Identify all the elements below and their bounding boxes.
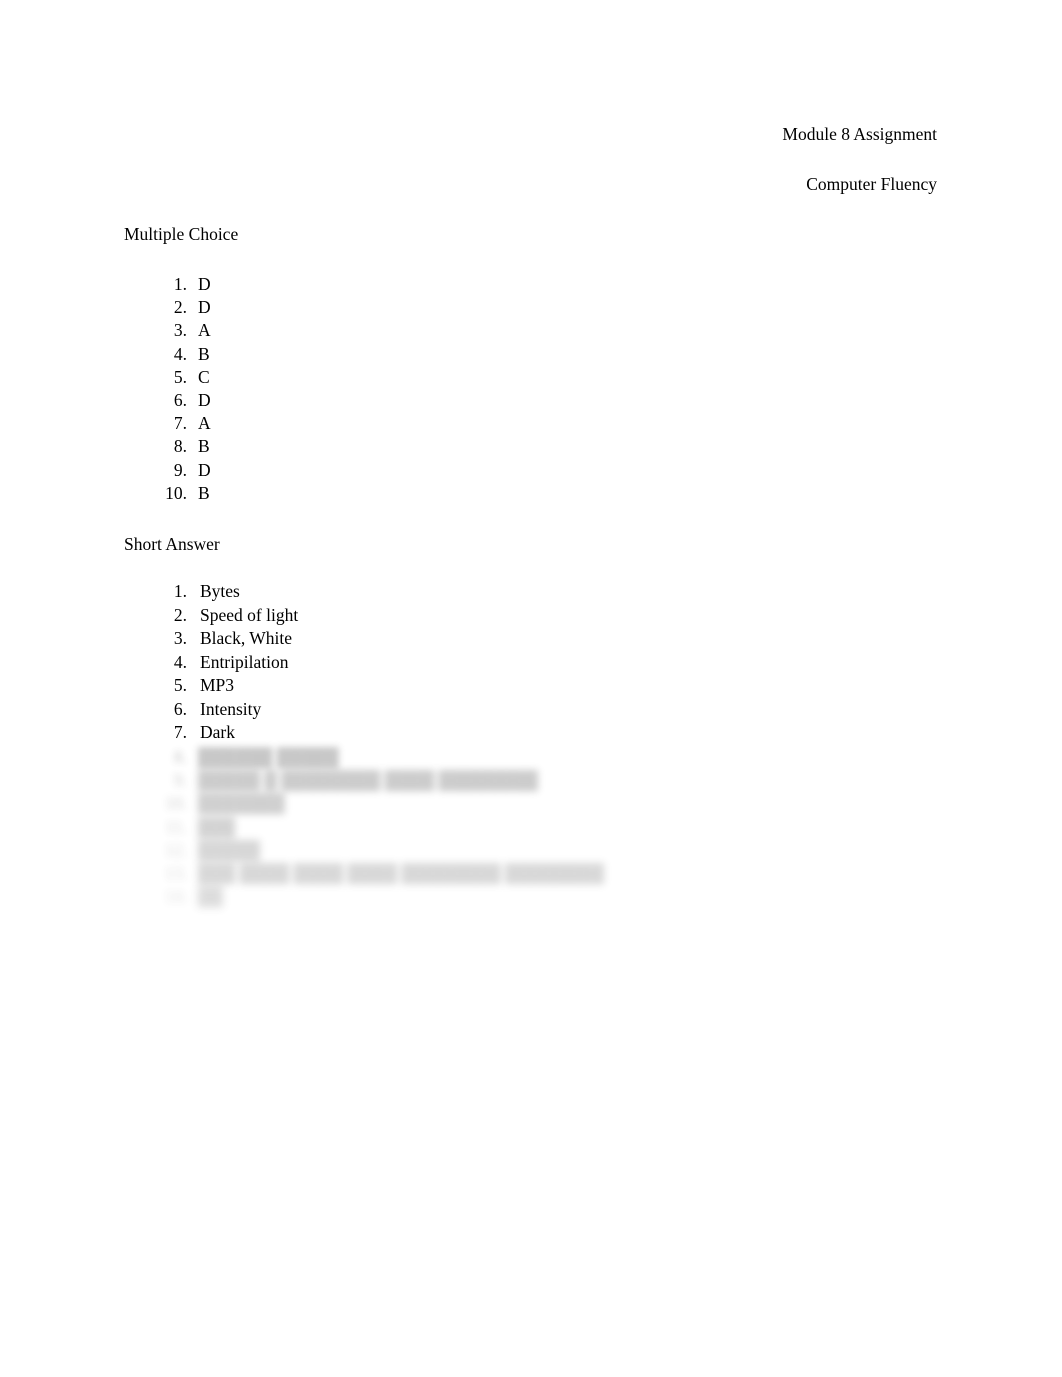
list-item-answer: █████ bbox=[198, 839, 260, 860]
list-item-number: 6. bbox=[173, 698, 187, 719]
list-item-number: 9. bbox=[173, 459, 187, 480]
list-item: 6. D bbox=[124, 389, 211, 412]
header-subtitle-line: Computer Fluency bbox=[806, 174, 937, 194]
list-item-number: 12. bbox=[165, 839, 187, 860]
list-item: 7. A bbox=[124, 412, 211, 435]
list-item-answer: D bbox=[198, 274, 211, 294]
list-item: 1. D bbox=[124, 273, 211, 296]
list-item-answer: B bbox=[198, 482, 210, 503]
list-item: 6. Intensity bbox=[124, 698, 298, 722]
list-item-answer: A bbox=[198, 320, 211, 341]
list-item-answer: ██ bbox=[198, 886, 223, 907]
list-item-answer: B bbox=[198, 436, 210, 457]
list-item: 4. Entripilation bbox=[124, 651, 298, 675]
list-item: 2. Speed of light bbox=[124, 604, 298, 628]
list-item-number: 6. bbox=[173, 389, 187, 410]
list-item: 10. B bbox=[124, 482, 211, 505]
document-page: Module 8 Assignment Computer Fluency Mul… bbox=[0, 0, 1062, 1377]
list-item-answer: Black, White bbox=[200, 628, 293, 648]
multiple-choice-answer-list: 1. D 2. D 3. A 4. B 5. C 6. D 7. A 8. B bbox=[124, 273, 211, 505]
list-item-number: 8. bbox=[173, 436, 187, 457]
list-item-obscured: 11. ███ bbox=[124, 816, 604, 839]
list-item-obscured: 12. █████ bbox=[124, 839, 604, 862]
list-item-obscured: 13. ███ ████ ████ ████ ████████ ████████ bbox=[124, 862, 604, 885]
obscured-answers-block: 8. ██████ █████ 9. █████ █ ████████ ████… bbox=[124, 746, 604, 908]
list-item-answer: MP3 bbox=[200, 675, 235, 695]
list-item: 3. A bbox=[124, 319, 211, 342]
list-item-number: 7. bbox=[173, 722, 187, 742]
list-item-number: 5. bbox=[173, 675, 187, 695]
list-item: 1. Bytes bbox=[124, 580, 298, 604]
list-item-answer: D bbox=[198, 459, 211, 480]
list-item-answer: Bytes bbox=[200, 581, 240, 601]
list-item-obscured: 8. ██████ █████ bbox=[124, 746, 604, 769]
list-item-obscured: 14. ██ bbox=[124, 885, 604, 908]
list-item-number: 2. bbox=[173, 297, 187, 318]
list-item-number: 10. bbox=[165, 482, 187, 503]
list-item-number: 14. bbox=[165, 886, 187, 907]
list-item: 7. Dark bbox=[124, 721, 298, 745]
list-item-number: 5. bbox=[173, 366, 187, 387]
list-item-number: 4. bbox=[173, 651, 187, 672]
list-item-number: 2. bbox=[173, 604, 187, 625]
list-item-number: 3. bbox=[173, 320, 187, 341]
document-header: Module 8 Assignment Computer Fluency bbox=[124, 122, 937, 197]
list-item: 5. MP3 bbox=[124, 674, 298, 698]
list-item-answer: D bbox=[198, 389, 211, 410]
list-item-number: 3. bbox=[173, 628, 187, 648]
list-item-answer: ███████ bbox=[198, 793, 285, 814]
list-item-answer: Dark bbox=[200, 722, 235, 742]
list-item-number: 10. bbox=[165, 793, 187, 814]
list-item-answer: A bbox=[198, 413, 211, 434]
list-item-obscured: 9. █████ █ ████████ ████ ████████ bbox=[124, 769, 604, 792]
list-item-answer: ██████ █████ bbox=[198, 747, 339, 767]
list-item-number: 8. bbox=[173, 747, 187, 767]
list-item-answer: ███ bbox=[198, 816, 236, 837]
list-item-number: 9. bbox=[173, 770, 187, 791]
list-item-number: 1. bbox=[173, 581, 187, 601]
list-item-answer: ███ ████ ████ ████ ████████ ████████ bbox=[198, 862, 605, 883]
list-item-obscured: 10. ███████ bbox=[124, 792, 604, 815]
list-item-answer: D bbox=[198, 297, 211, 318]
list-item-number: 11. bbox=[165, 816, 187, 837]
list-item-answer: █████ █ ████████ ████ ████████ bbox=[198, 770, 538, 791]
list-item-answer: Intensity bbox=[200, 698, 262, 719]
section-heading-multiple-choice: Multiple Choice bbox=[124, 224, 239, 244]
list-item: 8. B bbox=[124, 435, 211, 458]
list-item-number: 7. bbox=[173, 413, 187, 434]
list-item-answer: B bbox=[198, 343, 210, 364]
list-item-answer: Speed of light bbox=[200, 604, 299, 625]
list-item: 9. D bbox=[124, 459, 211, 482]
list-item-answer: C bbox=[198, 366, 210, 387]
list-item: 5. C bbox=[124, 366, 211, 389]
list-item-answer: Entripilation bbox=[200, 651, 289, 672]
list-item: 4. B bbox=[124, 343, 211, 366]
list-item-number: 1. bbox=[173, 274, 187, 294]
list-item: 3. Black, White bbox=[124, 627, 298, 651]
list-item-number: 13. bbox=[165, 862, 187, 883]
short-answer-list: 1. Bytes 2. Speed of light 3. Black, Whi… bbox=[124, 580, 298, 745]
list-item-number: 4. bbox=[173, 343, 187, 364]
section-heading-short-answer: Short Answer bbox=[124, 534, 220, 554]
list-item: 2. D bbox=[124, 296, 211, 319]
header-title-line: Module 8 Assignment bbox=[782, 124, 937, 144]
